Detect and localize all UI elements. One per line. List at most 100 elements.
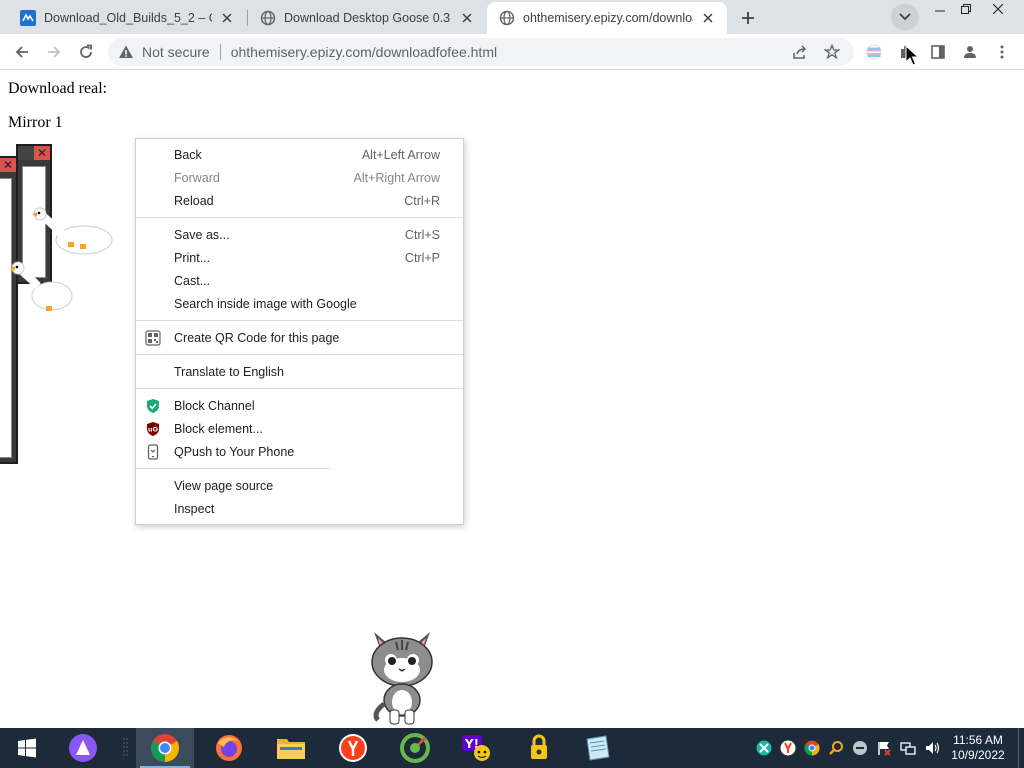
start-button[interactable] [0, 728, 54, 768]
firefox-icon [216, 735, 242, 761]
alice-assistant-button[interactable] [54, 728, 112, 768]
globe-icon [260, 10, 276, 26]
menu-item-label: Cast... [174, 273, 211, 288]
menu-item-print[interactable]: Print... Ctrl+P [136, 246, 463, 269]
taskbar-yahoo-game[interactable]: Y! [448, 728, 506, 768]
reload-button[interactable] [72, 38, 100, 66]
taskbar-notepad[interactable] [568, 728, 626, 768]
shield-check-icon [145, 398, 161, 414]
menu-item-qr-code[interactable]: Create QR Code for this page [136, 326, 463, 349]
menu-item-forward[interactable]: Forward Alt+Right Arrow [136, 166, 463, 189]
chevron-down-icon [899, 13, 911, 21]
avatar-icon [964, 46, 976, 58]
menu-item-label: Reload [174, 193, 214, 208]
menu-item-label: Search inside image with Google [174, 296, 357, 311]
menu-item-cast[interactable]: Cast... [136, 269, 463, 292]
tray-yandex-icon[interactable] [779, 739, 797, 757]
taskbar-clock[interactable]: 11:56 AM 10/9/2022 [944, 733, 1012, 763]
restore-button[interactable] [952, 0, 980, 18]
clock-date: 10/9/2022 [951, 748, 1005, 762]
tray-minus-icon[interactable] [851, 739, 869, 757]
ccleaner-icon [400, 733, 430, 763]
back-button[interactable] [8, 38, 36, 66]
menu-item-shortcut: Ctrl+P [404, 250, 440, 265]
taskbar-yandex[interactable] [324, 728, 382, 768]
menu-item-label: Inspect [174, 501, 215, 516]
windows-logo-icon [18, 738, 36, 758]
close-tab-icon[interactable] [218, 9, 236, 27]
menu-item-back[interactable]: Back Alt+Left Arrow [136, 143, 463, 166]
close-tab-icon[interactable] [458, 9, 476, 27]
menu-item-save-as[interactable]: Save as... Ctrl+S [136, 223, 463, 246]
yahoo-game-icon: Y! [462, 735, 490, 761]
tab-desktop-goose[interactable]: Download Desktop Goose 0.3 - fi [248, 2, 486, 34]
extension-flag-icon [866, 44, 882, 60]
new-tab-button[interactable] [734, 4, 762, 32]
minimize-button[interactable] [926, 0, 954, 18]
mirror-link[interactable]: Mirror 1 [8, 114, 63, 132]
menu-item-label: Block Channel [174, 398, 255, 413]
grip-icon [123, 738, 128, 758]
mouse-cursor-icon [905, 45, 919, 66]
minimize-icon [935, 10, 945, 12]
side-panel-button[interactable] [924, 38, 952, 66]
svg-text:uO: uO [148, 426, 159, 434]
tray-flag-icon[interactable] [875, 739, 893, 757]
forward-button[interactable] [40, 38, 68, 66]
close-icon[interactable]: ✕ [34, 146, 50, 160]
tab-ohthemisery[interactable]: ohthemisery.epizy.com/downloa [487, 2, 727, 34]
tab-search-button[interactable] [891, 4, 919, 30]
tab-title: Download_Old_Builds_5_2 – Ora [44, 11, 212, 25]
menu-item-block-element[interactable]: uO Block element... [136, 417, 463, 440]
taskbar-goose-app[interactable] [510, 728, 568, 768]
taskbar-grip [116, 728, 136, 768]
menu-button[interactable] [988, 38, 1016, 66]
menu-item-qpush[interactable]: QPush to Your Phone [136, 440, 463, 463]
menu-item-label: Block element... [174, 421, 263, 436]
menu-separator [136, 354, 463, 355]
honk-app-icon [531, 734, 547, 759]
taskbar-chrome[interactable] [136, 728, 194, 768]
taskbar-file-explorer[interactable] [262, 728, 320, 768]
warning-icon[interactable] [118, 44, 134, 60]
taskbar-cccleaner[interactable] [386, 728, 444, 768]
extension-flag-button[interactable] [860, 38, 888, 66]
menu-separator [136, 217, 463, 218]
folder-icon [277, 739, 305, 759]
tab-download-old-builds[interactable]: Download_Old_Builds_5_2 – Ora [8, 2, 246, 34]
context-menu: Back Alt+Left Arrow Forward Alt+Right Arro… [135, 138, 464, 525]
close-tab-icon[interactable] [699, 9, 717, 27]
url-text[interactable]: ohthemisery.epizy.com/downloadfofee.html [231, 44, 497, 60]
close-icon [993, 4, 1003, 14]
clock-time: 11:56 AM [953, 733, 1003, 747]
bookmark-star-icon[interactable] [824, 44, 840, 60]
close-window-button[interactable] [984, 0, 1012, 18]
share-icon[interactable] [792, 44, 808, 60]
notepad-icon [586, 735, 610, 761]
close-icon[interactable]: ✕ [0, 158, 16, 172]
menu-item-search-image[interactable]: Search inside image with Google [136, 292, 463, 315]
security-label[interactable]: Not secure [142, 44, 210, 60]
menu-item-label: Create QR Code for this page [174, 330, 340, 345]
tray-volume-icon[interactable] [923, 739, 941, 757]
menu-item-block-channel[interactable]: Block Channel [136, 394, 463, 417]
yandex-browser-icon [339, 734, 367, 762]
show-desktop-button[interactable] [1018, 728, 1024, 768]
tray-network-icon[interactable] [899, 739, 917, 757]
menu-item-translate[interactable]: Translate to English [136, 360, 463, 383]
globe-icon [499, 10, 515, 26]
menu-item-inspect[interactable]: Inspect [136, 497, 463, 520]
menu-item-label: Forward [174, 170, 220, 185]
tray-search-icon[interactable] [827, 739, 845, 757]
tray-chrome-icon[interactable] [803, 739, 821, 757]
menu-item-shortcut: Ctrl+S [404, 227, 440, 242]
menu-item-reload[interactable]: Reload Ctrl+R [136, 189, 463, 212]
browser-toolbar: Not secure ohthemisery.epizy.com/downloa… [0, 34, 1024, 70]
menu-separator [136, 468, 330, 469]
arrow-left-icon [15, 46, 28, 58]
tray-app-icon[interactable] [755, 739, 773, 757]
profile-button[interactable] [956, 38, 984, 66]
menu-item-view-source[interactable]: View page source [136, 474, 463, 497]
taskbar-firefox[interactable] [200, 728, 258, 768]
address-bar[interactable]: Not secure ohthemisery.epizy.com/downloa… [108, 38, 854, 66]
